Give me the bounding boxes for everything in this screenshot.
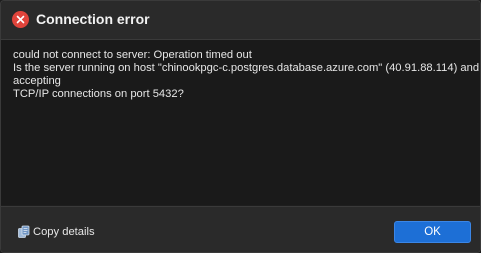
copy-icon <box>17 225 31 239</box>
dialog-title-bar: Connection error <box>1 1 480 40</box>
dialog-footer: Copy details OK <box>1 206 480 252</box>
error-message-line: TCP/IP connections on port 5432? <box>13 88 184 100</box>
error-icon <box>12 11 29 28</box>
error-message-line: accepting <box>13 75 61 87</box>
dialog-content: could not connect to server: Operation t… <box>1 40 480 205</box>
copy-details-button[interactable]: Copy details <box>17 224 95 240</box>
error-message: could not connect to server: Operation t… <box>13 49 480 101</box>
copy-details-label: Copy details <box>33 226 95 238</box>
connection-error-dialog: Connection error could not connect to se… <box>0 0 481 253</box>
error-message-line: could not connect to server: Operation t… <box>13 49 252 61</box>
dialog-title: Connection error <box>36 11 150 27</box>
error-message-line: Is the server running on host "chinookpg… <box>13 62 480 74</box>
ok-button[interactable]: OK <box>394 221 471 243</box>
